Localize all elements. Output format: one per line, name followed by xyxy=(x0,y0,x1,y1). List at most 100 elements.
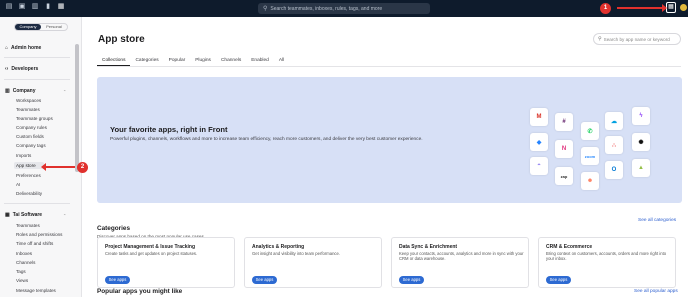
global-search-input[interactable] xyxy=(270,5,421,12)
zapier-icon[interactable]: zap xyxy=(555,167,573,185)
tab-categories[interactable]: Categories xyxy=(130,57,163,66)
arrow-annotation-2 xyxy=(41,163,75,171)
avatar[interactable] xyxy=(680,4,687,11)
sidebar-item-app-store[interactable]: App store xyxy=(14,162,44,169)
shopify-icon[interactable]: ▲ xyxy=(632,159,650,177)
arrow-annotation-1 xyxy=(617,4,667,12)
main-content: App store ⚲ Collections Categories Popul… xyxy=(83,17,688,297)
see-apps-button[interactable]: See apps xyxy=(252,276,277,284)
clickup-icon[interactable]: ⌃ xyxy=(530,157,548,175)
app-search-input[interactable] xyxy=(603,36,678,42)
sidebar-item-company-rules[interactable]: Company rules xyxy=(16,125,47,130)
sidebar-item-message-templates[interactable]: Message templates xyxy=(16,288,56,293)
settings-sidebar: Company Personal ⌂ Admin home ‹› Develop… xyxy=(0,17,82,297)
salesforce-icon[interactable]: ☁ xyxy=(605,112,623,130)
sidebar-item-inboxes[interactable]: Inboxes xyxy=(16,251,32,256)
page-title: App store xyxy=(98,34,145,45)
hero-banner: Your favorite apps, right in Front Power… xyxy=(97,77,682,203)
sidebar-workspace-section[interactable]: ▦ Tai Software ⌃ xyxy=(5,212,66,218)
sidebar-developers[interactable]: ‹› Developers xyxy=(5,66,38,72)
see-apps-button[interactable]: See apps xyxy=(546,276,571,284)
tab-channels[interactable]: Channels xyxy=(216,57,246,66)
sidebar-item-company-tags[interactable]: Company tags xyxy=(16,143,46,148)
app-store-tabs: Collections Categories Popular Plugins C… xyxy=(97,57,289,66)
divider xyxy=(4,57,70,58)
sidebar-admin-home-label: Admin home xyxy=(11,45,42,51)
sidebar-item-preferences[interactable]: Preferences xyxy=(16,173,41,178)
openai-icon[interactable]: ✺ xyxy=(632,133,650,151)
top-nav-icons: ▤ ▣ ▥ ▮ ▦ xyxy=(5,3,65,11)
tab-collections[interactable]: Collections xyxy=(97,57,131,66)
category-card-crm[interactable]: CRM & Ecommerce Bring context on custome… xyxy=(538,237,676,288)
see-apps-button[interactable]: See apps xyxy=(105,276,130,284)
slack-icon[interactable]: # xyxy=(555,113,573,131)
tab-divider xyxy=(97,66,681,67)
category-card-analytics[interactable]: Analytics & Reporting Get insight and vi… xyxy=(244,237,382,288)
sidebar-item-teammate-groups[interactable]: Teammate groups xyxy=(16,116,53,121)
sidebar-item-roles[interactable]: Roles and permissions xyxy=(16,232,62,237)
card-description: Bring context on customers, accounts, or… xyxy=(546,251,667,262)
step-marker-1: 1 xyxy=(600,3,611,14)
hero-title: Your favorite apps, right in Front xyxy=(110,125,228,134)
hero-subtitle: Powerful plugins, channels, workflows an… xyxy=(110,137,423,142)
sidebar-item-time-off[interactable]: Time off and shifts xyxy=(16,241,53,246)
sidebar-item-deliverability[interactable]: Deliverability xyxy=(16,191,42,196)
card-title: Data Sync & Enrichment xyxy=(399,244,458,250)
contacts-icon[interactable]: ▣ xyxy=(18,3,26,11)
tab-all[interactable]: All xyxy=(274,57,289,66)
building-icon: ▥ xyxy=(5,88,10,94)
category-card-project-management[interactable]: Project Management & Issue Tracking Crea… xyxy=(97,237,235,288)
sidebar-item-ws-teammates[interactable]: Teammates xyxy=(16,223,40,228)
app-search[interactable]: ⚲ xyxy=(593,33,681,45)
sidebar-scrollbar[interactable] xyxy=(75,44,79,172)
sidebar-item-ai[interactable]: AI xyxy=(16,182,20,187)
tab-plugins[interactable]: Plugins xyxy=(190,57,216,66)
tab-popular[interactable]: Popular xyxy=(164,57,191,66)
card-description: Get insight and visibility into team per… xyxy=(252,251,340,256)
gmail-icon[interactable]: M xyxy=(530,108,548,126)
jira-icon[interactable]: ◆ xyxy=(530,133,548,151)
search-icon: ⚲ xyxy=(598,36,602,42)
sidebar-item-workspaces[interactable]: Workspaces xyxy=(16,98,41,103)
toggle-company[interactable]: Company xyxy=(15,24,41,30)
toggle-personal[interactable]: Personal xyxy=(41,24,67,30)
notion-icon[interactable]: N xyxy=(555,140,573,158)
sidebar-workspace-label: Tai Software xyxy=(12,212,43,218)
sidebar-admin-home[interactable]: ⌂ Admin home xyxy=(5,45,41,51)
divider xyxy=(4,79,70,80)
company-personal-toggle[interactable]: Company Personal xyxy=(14,23,68,31)
grid-icon[interactable]: ▦ xyxy=(57,3,65,11)
workspace-icon: ▦ xyxy=(5,212,10,218)
sidebar-item-custom-fields[interactable]: Custom fields xyxy=(16,134,44,139)
documents-icon[interactable]: ▥ xyxy=(31,3,39,11)
sidebar-company-section[interactable]: ▥ Company ⌃ xyxy=(5,88,66,94)
home-icon: ⌂ xyxy=(5,45,9,51)
app-store-icon[interactable]: ▦ xyxy=(666,2,676,13)
sidebar-item-imports[interactable]: Imports xyxy=(16,153,31,158)
sidebar-item-teammates[interactable]: Teammates xyxy=(16,107,40,112)
code-icon: ‹› xyxy=(5,66,9,72)
messenger-icon[interactable]: ϟ xyxy=(632,107,650,125)
sidebar-item-views[interactable]: Views xyxy=(16,278,28,283)
sidebar-company-label: Company xyxy=(12,88,36,94)
card-description: Create tasks and get updates on project … xyxy=(105,251,198,256)
category-card-data-sync[interactable]: Data Sync & Enrichment Keep your contact… xyxy=(391,237,529,288)
see-apps-button[interactable]: See apps xyxy=(399,276,424,284)
asana-icon[interactable]: ∴ xyxy=(605,136,623,154)
outlook-icon[interactable]: O xyxy=(605,161,623,179)
divider xyxy=(4,203,70,204)
hubspot-icon[interactable]: ☻ xyxy=(581,172,599,190)
whatsapp-icon[interactable]: ✆ xyxy=(581,122,599,140)
card-title: Project Management & Issue Tracking xyxy=(105,244,196,250)
see-all-categories-link[interactable]: See all categories xyxy=(638,218,676,223)
see-all-popular-link[interactable]: See all popular apps xyxy=(634,289,678,294)
inbox-icon[interactable]: ▤ xyxy=(5,3,13,11)
sidebar-developers-label: Developers xyxy=(11,66,39,72)
sidebar-item-tags[interactable]: Tags xyxy=(16,269,26,274)
sidebar-item-channels[interactable]: Channels xyxy=(16,260,35,265)
tab-enabled[interactable]: Enabled xyxy=(246,57,274,66)
card-description: Keep your contacts, accounts, analytics … xyxy=(399,251,524,262)
zoom-icon[interactable]: zoom xyxy=(581,147,599,165)
analytics-icon[interactable]: ▮ xyxy=(44,3,52,11)
global-search[interactable]: ⚲ xyxy=(258,3,430,14)
